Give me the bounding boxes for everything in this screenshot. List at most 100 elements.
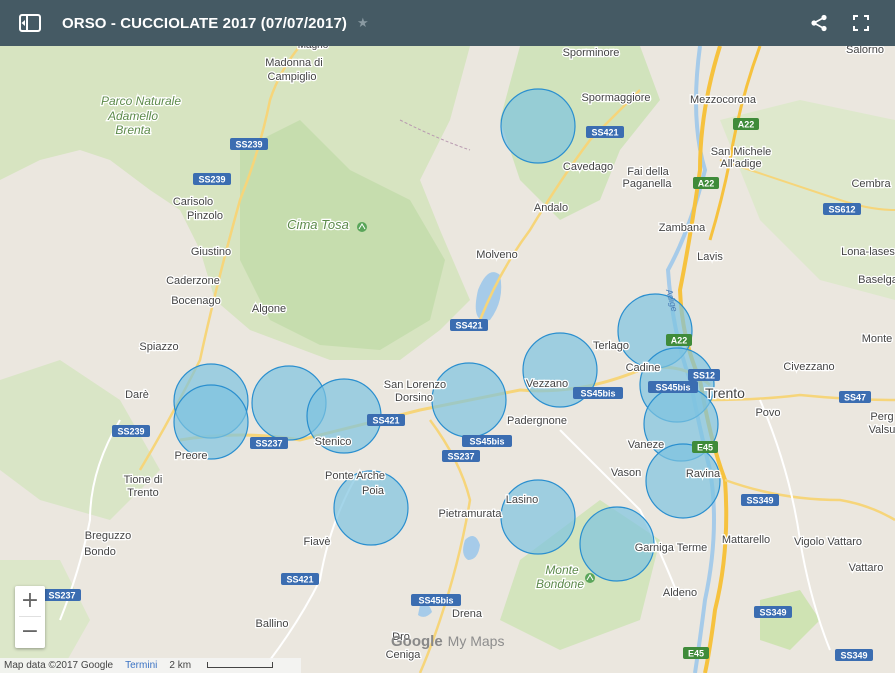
place-label-bondo: Bondo <box>84 546 116 558</box>
fullscreen-icon <box>853 15 869 31</box>
place-label-vaneze: Vaneze <box>628 439 665 451</box>
road-shield-label: SS349 <box>759 608 786 618</box>
road-shield-ss237b: SS237 <box>442 450 480 462</box>
scale-label: 2 km <box>169 660 285 671</box>
place-label-breguzzo: Breguzzo <box>85 530 131 542</box>
place-label-cadine: Cadine <box>626 362 661 374</box>
open-sidebar-button[interactable] <box>8 0 52 46</box>
map-svg: SS239 SS239 SS239 SS237 SS237 SS237 SS421 SS421… <box>0 46 895 673</box>
circle-area[interactable] <box>173 384 249 460</box>
place-label-mezzocorona: Mezzocorona <box>690 94 757 106</box>
road-shield-ss45bisa: SS45bis <box>573 387 623 399</box>
road-shield-ss349c: SS349 <box>835 649 873 661</box>
place-label-fiave: Fiavè <box>304 536 331 548</box>
road-shield-label: SS421 <box>455 321 482 331</box>
place-label-montebondone2: Bondone <box>536 577 584 591</box>
place-label-dare: Darè <box>125 389 149 401</box>
place-label-civezzano: Civezzano <box>783 361 834 373</box>
circle-area[interactable] <box>500 88 576 164</box>
zoom-out-button[interactable]: − <box>15 617 45 647</box>
place-label-garniga: Garniga Terme <box>635 542 708 554</box>
star-icon[interactable]: ★ <box>357 15 369 31</box>
road-shield-ss349b: SS349 <box>754 606 792 618</box>
place-label-vezzano: Vezzano <box>526 378 568 390</box>
road-shield-label: SS12 <box>693 371 715 381</box>
place-label-pinzolo: Pinzolo <box>187 210 223 222</box>
road-shield-label: SS45bis <box>418 596 453 606</box>
place-label-fai: Fai della <box>627 166 669 178</box>
place-label-monte: Monte <box>862 333 893 345</box>
place-label-preore: Preore <box>174 450 207 462</box>
place-label-molveno: Molveno <box>476 249 518 261</box>
road-shield-label: SS237 <box>447 452 474 462</box>
road-shield-label: SS45bis <box>580 389 615 399</box>
road-shield-ss239c: SS239 <box>112 425 150 437</box>
road-shield-ss239a: SS239 <box>230 138 268 150</box>
road-shield-label: SS239 <box>117 427 144 437</box>
place-label-algone: Algone <box>252 303 286 315</box>
place-label-montebondone1: Monte <box>545 563 579 577</box>
fullscreen-button[interactable] <box>841 0 881 46</box>
place-label-poia: Poia <box>362 485 385 497</box>
road-shield-label: SS612 <box>828 205 855 215</box>
place-label-spormaggiore: Spormaggiore <box>581 92 650 104</box>
place-label-valsu: Valsu <box>869 424 895 436</box>
circle-area[interactable] <box>500 479 576 555</box>
place-label-adamello: Adamello <box>107 109 158 123</box>
place-label-povo: Povo <box>755 407 780 419</box>
place-label-caderzone: Caderzone <box>166 275 220 287</box>
open-sidebar-icon <box>19 14 41 32</box>
circle-area[interactable] <box>645 443 721 519</box>
place-label-sanmichele: San Michele <box>711 146 772 158</box>
road-shield-ss237c: SS237 <box>43 589 81 601</box>
place-label-trento2: Trento <box>127 487 158 499</box>
google-mymaps-logo: Google My Maps <box>391 633 504 650</box>
scale-bar <box>207 662 274 669</box>
place-label-lasino: Lasino <box>506 494 538 506</box>
place-label-cembra: Cembra <box>851 178 891 190</box>
place-label-stenico: Stenico <box>315 436 352 448</box>
place-label-andalo: Andalo <box>534 202 568 214</box>
header-bar: ORSO - CUCCIOLATE 2017 (07/07/2017) ★ <box>0 0 895 46</box>
place-label-vigolo: Vigolo Vattaro <box>794 536 862 548</box>
share-button[interactable] <box>799 0 839 46</box>
map-canvas[interactable]: SS239 SS239 SS239 SS237 SS237 SS237 SS421 SS421… <box>0 46 895 673</box>
google-logo-text: Google <box>391 633 443 650</box>
road-shield-label: SS239 <box>198 175 225 185</box>
road-shield-ss45bisc: SS45bis <box>411 594 461 606</box>
place-label-ravina: Ravina <box>686 468 721 480</box>
road-shield-a22a: A22 <box>733 118 759 130</box>
place-label-terlago: Terlago <box>593 340 629 352</box>
place-label-pontearche: Ponte Arche <box>325 470 385 482</box>
road-shield-label: SS237 <box>48 591 75 601</box>
road-shield-label: SS421 <box>372 416 399 426</box>
road-shield-ss237a: SS237 <box>250 437 288 449</box>
terms-link[interactable]: Termini <box>125 660 157 671</box>
place-label-drena: Drena <box>452 608 483 620</box>
map-data-attribution: Map data ©2017 Google <box>4 660 114 671</box>
place-label-carisolo: Carisolo <box>173 196 213 208</box>
map-title: ORSO - CUCCIOLATE 2017 (07/07/2017) <box>62 14 347 32</box>
road-shield-label: SS45bis <box>655 383 690 393</box>
mymaps-logo-text: My Maps <box>447 633 505 649</box>
road-shield-ss349a: SS349 <box>741 494 779 506</box>
place-label-salorno: Salorno <box>846 46 884 56</box>
zoom-control: + − <box>15 586 45 648</box>
road-shield-e45a: E45 <box>692 441 718 453</box>
road-shield-ss47: SS47 <box>839 391 871 403</box>
road-shield-a22c: A22 <box>666 334 692 346</box>
zoom-in-button[interactable]: + <box>15 586 45 616</box>
place-label-spiazzo: Spiazzo <box>139 341 178 353</box>
road-shield-label: SS421 <box>286 575 313 585</box>
share-icon <box>811 14 827 32</box>
circle-area[interactable] <box>431 362 507 438</box>
place-label-ballino: Ballino <box>255 618 288 630</box>
place-label-sanlorenzo: San Lorenzo <box>384 379 446 391</box>
place-label-sporminore: Sporminore <box>563 47 620 59</box>
road-shield-ss421b: SS421 <box>586 126 624 138</box>
road-shield-label: A22 <box>698 179 715 189</box>
circle-area[interactable] <box>333 470 409 546</box>
place-label-ceniga: Ceniga <box>386 649 422 661</box>
road-shield-ss45bisb: SS45bis <box>462 435 512 447</box>
place-label-pietramurata: Pietramurata <box>439 508 503 520</box>
